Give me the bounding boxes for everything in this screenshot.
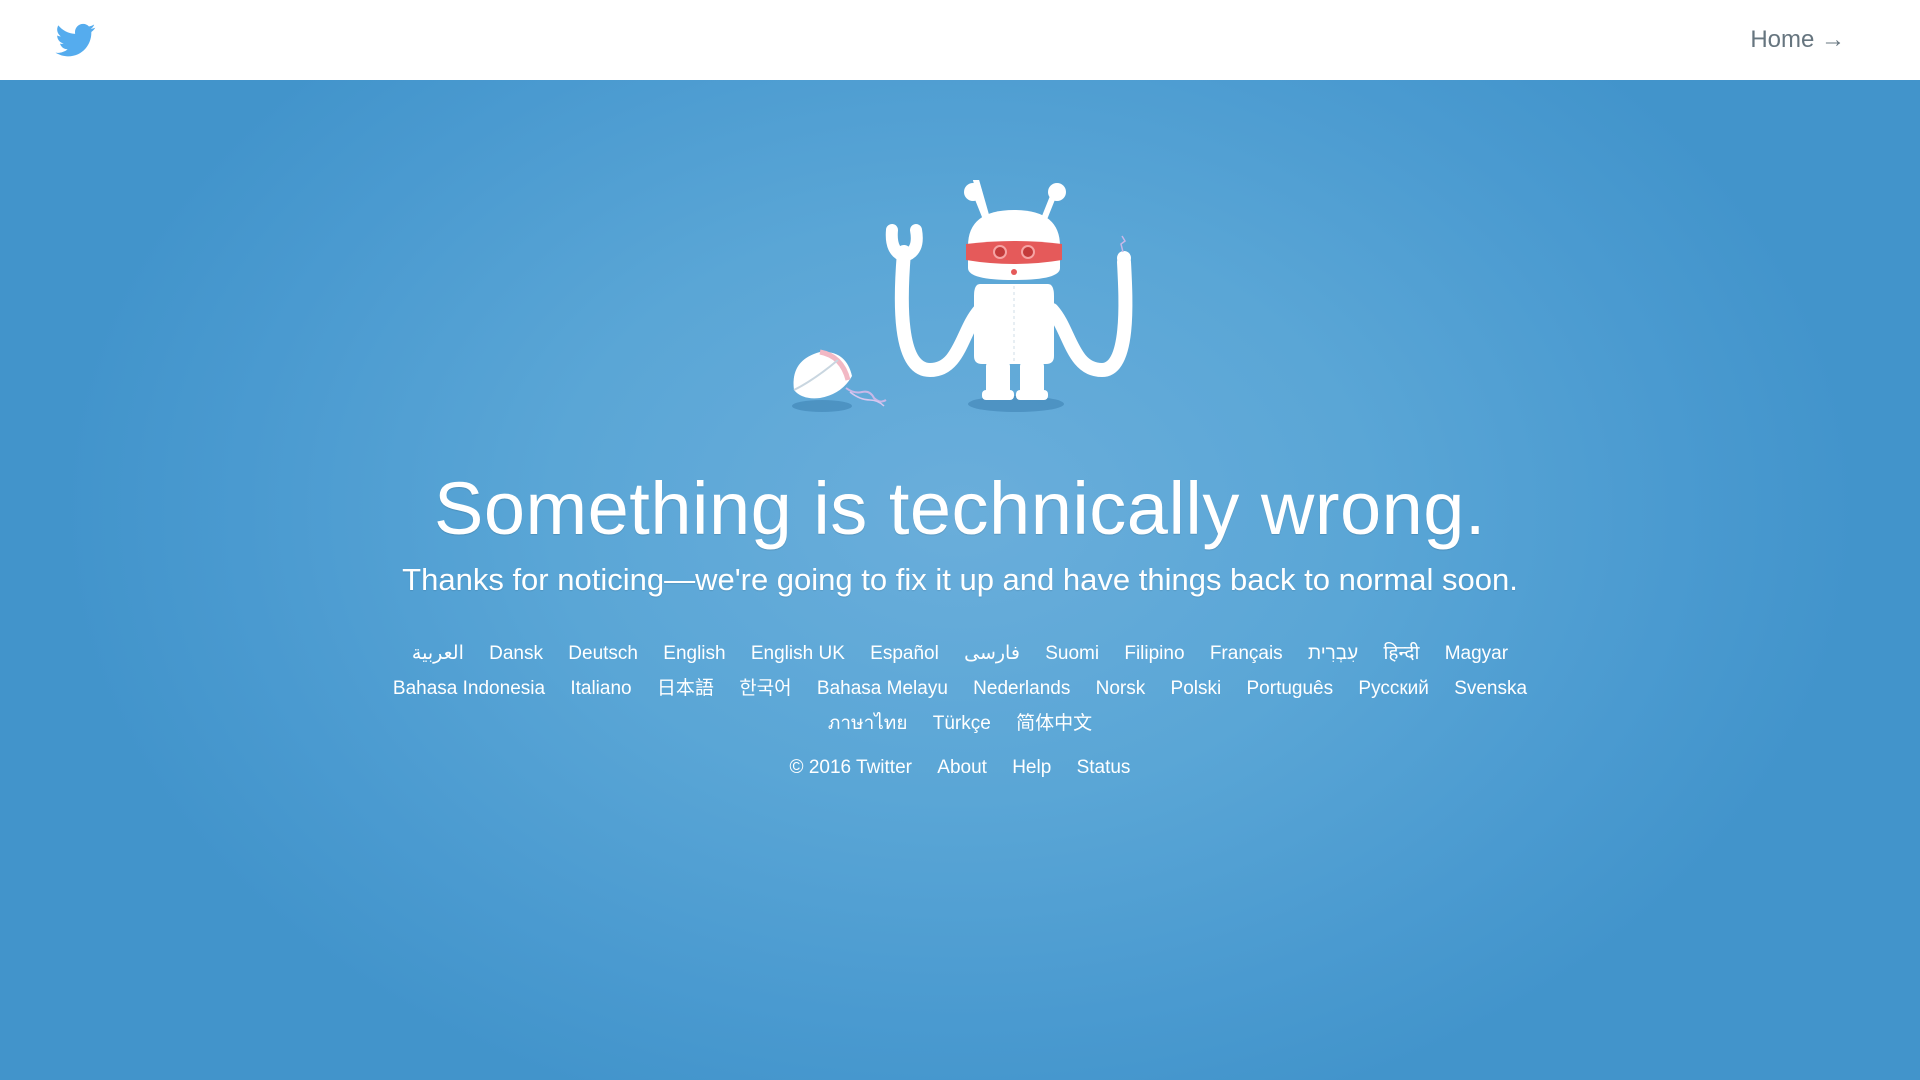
language-link[interactable]: Bahasa Melayu (817, 671, 948, 706)
top-bar: Home → (0, 0, 1920, 80)
language-link[interactable]: Bahasa Indonesia (393, 671, 545, 706)
help-link[interactable]: Help (1012, 757, 1051, 778)
language-link[interactable]: العربية (412, 636, 464, 671)
language-link[interactable]: Nederlands (973, 671, 1070, 706)
page-title: Something is technically wrong. (433, 467, 1486, 550)
language-link[interactable]: Suomi (1045, 636, 1099, 671)
robot-right-arm (1045, 255, 1133, 378)
language-link[interactable]: Norsk (1096, 671, 1146, 706)
language-link[interactable]: 简体中文 (1016, 706, 1092, 741)
language-link[interactable]: Русский (1358, 671, 1429, 706)
home-link[interactable]: Home → (1750, 24, 1845, 56)
language-link[interactable]: Português (1247, 671, 1334, 706)
footer: © 2016 Twitter About Help Status (0, 752, 1920, 784)
language-link[interactable]: Polski (1171, 671, 1222, 706)
about-link[interactable]: About (937, 757, 987, 778)
twitter-bird-icon[interactable] (54, 20, 98, 60)
page-subtitle: Thanks for noticing—we're going to fix i… (402, 562, 1518, 597)
language-link[interactable]: English (663, 636, 725, 671)
language-link[interactable]: 한국어 (739, 671, 791, 706)
copyright-text: © 2016 Twitter (789, 757, 912, 778)
robot-right-hand (1117, 251, 1131, 265)
language-link[interactable]: Dansk (489, 636, 543, 671)
language-link[interactable]: Italiano (570, 671, 631, 706)
error-page-body: Something is technically wrong. Thanks f… (0, 80, 1920, 1080)
language-link[interactable]: Türkçe (933, 706, 991, 741)
robot-left-claw (885, 224, 923, 263)
language-link[interactable]: Español (870, 636, 939, 671)
robot-wire-spark (1120, 235, 1126, 253)
broken-robot-illustration (792, 180, 1133, 412)
detached-robot-head (793, 349, 887, 407)
language-link[interactable]: Deutsch (568, 636, 638, 671)
language-list: العربية Dansk Deutsch English English UK… (380, 636, 1540, 741)
language-link[interactable]: 日本語 (657, 671, 714, 706)
language-link[interactable]: Français (1210, 636, 1283, 671)
language-link[interactable]: Svenska (1454, 671, 1527, 706)
language-link[interactable]: فارسی (964, 636, 1020, 671)
language-link[interactable]: עִבְרִית (1308, 636, 1358, 671)
status-link[interactable]: Status (1077, 757, 1131, 778)
language-link[interactable]: Magyar (1445, 636, 1508, 671)
language-link[interactable]: Filipino (1124, 636, 1184, 671)
language-link[interactable]: हिन्दी (1384, 636, 1420, 671)
language-link[interactable]: English UK (751, 636, 845, 671)
robot-visor (966, 241, 1062, 264)
language-link[interactable]: ภาษาไทย (828, 706, 908, 741)
robot-shadow (968, 396, 1064, 412)
head-shadow (792, 400, 852, 412)
